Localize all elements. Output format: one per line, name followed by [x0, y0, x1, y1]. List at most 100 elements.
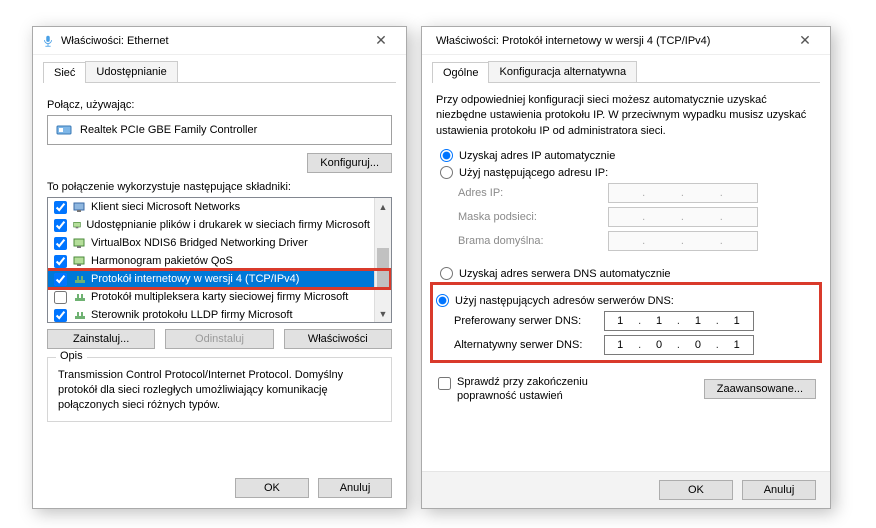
- list-item-label: Sterownik protokołu LLDP firmy Microsoft: [91, 309, 293, 321]
- close-button[interactable]: ✕: [788, 32, 822, 49]
- dialog-body: Przy odpowiedniej konfiguracji sieci moż…: [422, 83, 830, 414]
- tabstrip: Sieć Udostępnianie: [43, 61, 396, 83]
- ethernet-properties-dialog: Właściwości: Ethernet ✕ Sieć Udostępnian…: [32, 26, 407, 509]
- list-item[interactable]: VirtualBox NDIS6 Bridged Networking Driv…: [48, 234, 374, 252]
- list-item-checkbox[interactable]: [54, 237, 67, 250]
- adapter-field[interactable]: Realtek PCIe GBE Family Controller: [47, 115, 392, 145]
- radio-ip-manual[interactable]: Użyj następującego adresu IP:: [440, 166, 816, 179]
- tab-general[interactable]: Ogólne: [432, 62, 489, 83]
- field-alt-dns: Alternatywny serwer DNS: 1. 0. 0. 1: [454, 335, 816, 355]
- advanced-button[interactable]: Zaawansowane...: [704, 379, 816, 399]
- list-item[interactable]: Protokół internetowy w wersji 4 (TCP/IPv…: [48, 270, 374, 288]
- client-icon: [73, 201, 87, 213]
- list-item-label: VirtualBox NDIS6 Bridged Networking Driv…: [91, 237, 308, 249]
- proto-icon: [73, 273, 87, 285]
- connect-using-label: Połącz, używając:: [47, 99, 392, 111]
- adapter-icon: [56, 122, 74, 138]
- app-icon: [41, 34, 55, 48]
- dialog-title: Właściwości: Protokół internetowy w wers…: [430, 35, 788, 47]
- components-list[interactable]: Klient sieci Microsoft Networks Udostępni…: [47, 197, 392, 323]
- proto-icon: [73, 309, 87, 321]
- properties-button[interactable]: Właściwości: [284, 329, 392, 349]
- list-item-label: Klient sieci Microsoft Networks: [91, 201, 240, 213]
- ok-button[interactable]: OK: [235, 478, 309, 498]
- uninstall-button: Odinstaluj: [165, 329, 273, 349]
- tab-sharing[interactable]: Udostępnianie: [85, 61, 177, 82]
- scroll-down-icon[interactable]: ▼: [375, 305, 391, 322]
- validate-label: Sprawdź przy zakończeniu poprawność usta…: [457, 375, 647, 404]
- gateway-input: ...: [608, 231, 758, 251]
- close-button[interactable]: ✕: [364, 32, 398, 49]
- list-item-label: Protokół multipleksera karty sieciowej f…: [91, 291, 348, 303]
- dialog-body: Połącz, używając: Realtek PCIe GBE Famil…: [33, 83, 406, 438]
- dialog-footer: OK Anuluj: [422, 471, 830, 508]
- scrollbar[interactable]: ▲ ▼: [374, 198, 391, 322]
- radio-dns-manual[interactable]: Użyj następujących adresów serwerów DNS:: [436, 294, 816, 307]
- radio-ip-auto-input[interactable]: [440, 149, 453, 162]
- share-icon: [73, 237, 87, 249]
- proto-icon: [73, 291, 87, 303]
- list-item-label: Protokół internetowy w wersji 4 (TCP/IPv…: [91, 273, 299, 285]
- radio-dns-auto-label: Uzyskaj adres serwera DNS automatycznie: [459, 268, 671, 280]
- list-item-label: Udostępnianie plików i drukarek w siecia…: [86, 219, 370, 231]
- alt-dns-input[interactable]: 1. 0. 0. 1: [604, 335, 754, 355]
- configure-button[interactable]: Konfiguruj...: [307, 153, 392, 173]
- tab-network[interactable]: Sieć: [43, 62, 86, 83]
- share-icon: [73, 219, 82, 231]
- info-text: Przy odpowiedniej konfiguracji sieci moż…: [436, 93, 816, 139]
- list-item-checkbox[interactable]: [54, 255, 67, 268]
- radio-ip-manual-label: Użyj następującego adresu IP:: [459, 167, 608, 179]
- tabstrip: Ogólne Konfiguracja alternatywna: [432, 61, 820, 83]
- radio-ip-auto-label: Uzyskaj adres IP automatycznie: [459, 150, 615, 162]
- dns-manual-group: Użyj następujących adresów serwerów DNS:…: [436, 284, 816, 361]
- ok-button[interactable]: OK: [659, 480, 733, 500]
- ip-address-label: Adres IP:: [458, 187, 608, 199]
- tab-alt-config[interactable]: Konfiguracja alternatywna: [488, 61, 637, 82]
- list-item-checkbox[interactable]: [54, 201, 67, 214]
- validate-checkbox-wrap[interactable]: Sprawdź przy zakończeniu poprawność usta…: [436, 375, 704, 404]
- cancel-button[interactable]: Anuluj: [318, 478, 392, 498]
- scroll-thumb[interactable]: [377, 248, 389, 288]
- radio-dns-auto[interactable]: Uzyskaj adres serwera DNS automatycznie: [440, 267, 816, 280]
- tcpipv4-properties-dialog: Właściwości: Protokół internetowy w wers…: [421, 26, 831, 509]
- radio-dns-auto-input[interactable]: [440, 267, 453, 280]
- field-gateway: Brama domyślna: ...: [458, 231, 816, 251]
- titlebar[interactable]: Właściwości: Protokół internetowy w wers…: [422, 27, 830, 55]
- ip-address-input: ...: [608, 183, 758, 203]
- radio-ip-manual-input[interactable]: [440, 166, 453, 179]
- list-item[interactable]: Sterownik protokołu LLDP firmy Microsoft: [48, 306, 374, 322]
- field-pref-dns: Preferowany serwer DNS: 1. 1. 1. 1: [454, 311, 816, 331]
- list-item[interactable]: Klient sieci Microsoft Networks: [48, 198, 374, 216]
- radio-dns-manual-input[interactable]: [436, 294, 449, 307]
- scroll-up-icon[interactable]: ▲: [375, 198, 391, 215]
- description-text: Transmission Control Protocol/Internet P…: [58, 368, 381, 413]
- list-item-checkbox[interactable]: [54, 309, 67, 322]
- pref-dns-label: Preferowany serwer DNS:: [454, 315, 604, 327]
- adapter-name: Realtek PCIe GBE Family Controller: [80, 124, 257, 136]
- radio-dns-manual-label: Użyj następujących adresów serwerów DNS:: [455, 295, 674, 307]
- list-item[interactable]: Harmonogram pakietów QoS: [48, 252, 374, 270]
- list-item[interactable]: Udostępnianie plików i drukarek w siecia…: [48, 216, 374, 234]
- alt-dns-label: Alternatywny serwer DNS:: [454, 339, 604, 351]
- field-ip-address: Adres IP: ...: [458, 183, 816, 203]
- share-icon: [73, 255, 87, 267]
- list-item[interactable]: Protokół multipleksera karty sieciowej f…: [48, 288, 374, 306]
- subnet-mask-input: ...: [608, 207, 758, 227]
- list-item-label: Harmonogram pakietów QoS: [91, 255, 233, 267]
- list-item-checkbox[interactable]: [54, 291, 67, 304]
- install-button[interactable]: Zainstaluj...: [47, 329, 155, 349]
- description-group: Opis Transmission Control Protocol/Inter…: [47, 357, 392, 422]
- pref-dns-input[interactable]: 1. 1. 1. 1: [604, 311, 754, 331]
- radio-ip-auto[interactable]: Uzyskaj adres IP automatycznie: [440, 149, 816, 162]
- dialog-footer: OK Anuluj: [33, 468, 406, 508]
- list-item-checkbox[interactable]: [54, 219, 67, 232]
- validate-checkbox[interactable]: [438, 377, 451, 390]
- list-item-checkbox[interactable]: [54, 273, 67, 286]
- gateway-label: Brama domyślna:: [458, 235, 608, 247]
- titlebar[interactable]: Właściwości: Ethernet ✕: [33, 27, 406, 55]
- dialog-title: Właściwości: Ethernet: [57, 35, 364, 47]
- field-subnet-mask: Maska podsieci: ...: [458, 207, 816, 227]
- description-title: Opis: [56, 350, 87, 362]
- components-label: To połączenie wykorzystuje następujące s…: [47, 181, 392, 193]
- cancel-button[interactable]: Anuluj: [742, 480, 816, 500]
